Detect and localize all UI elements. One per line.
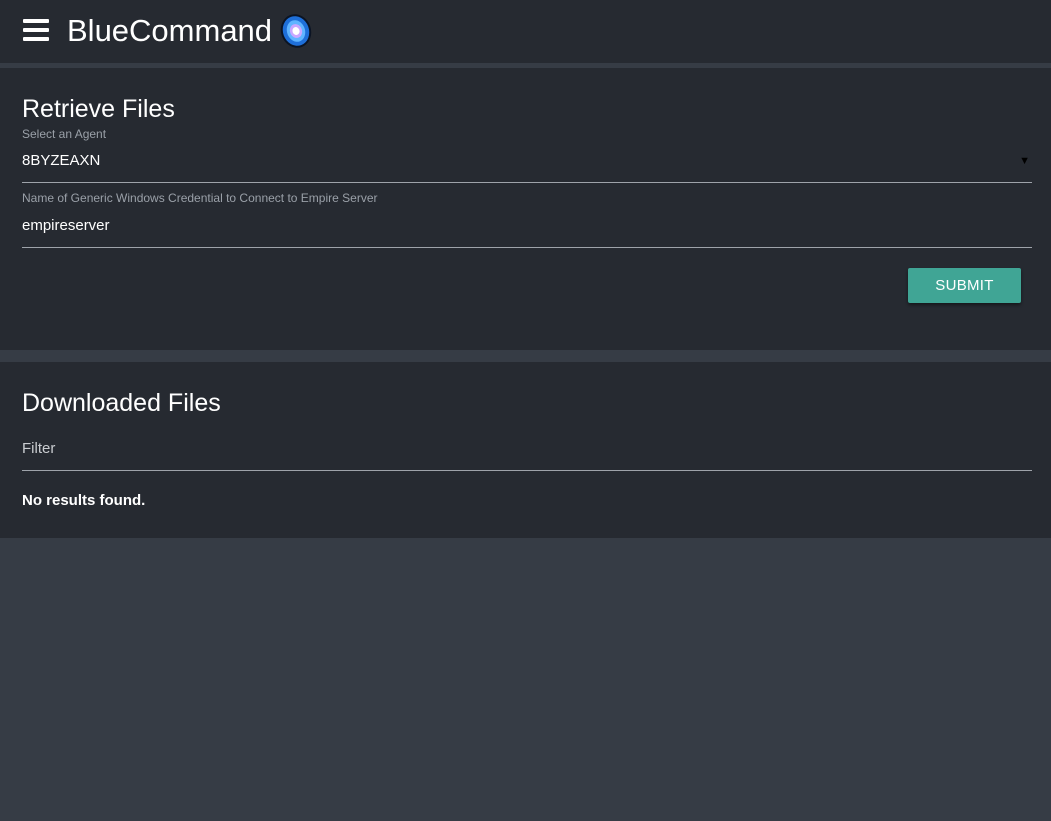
agent-select-value: 8BYZEAXN [22,152,101,169]
agent-select-label: Select an Agent [22,127,107,141]
retrieve-files-card: Retrieve Files Select an Agent 8BYZEAXN … [0,68,1051,350]
credential-input[interactable] [22,211,1032,247]
empty-results-message: No results found. [22,492,146,509]
retrieve-files-title: Retrieve Files [22,95,175,123]
hamburger-menu-icon[interactable] [23,19,49,41]
agent-select[interactable] [22,146,1032,182]
agent-select-underline [22,182,1032,183]
downloaded-files-title: Downloaded Files [22,389,221,417]
dropdown-arrow-icon[interactable]: ▼ [1019,155,1030,167]
app-title: BlueCommand [67,13,273,48]
top-app-bar: BlueCommand [0,0,1051,63]
credential-field-label: Name of Generic Windows Credential to Co… [22,191,378,205]
credential-input-value: empireserver [22,217,110,234]
credential-input-underline [22,247,1032,248]
filter-input-underline [22,470,1032,471]
submit-button[interactable]: SUBMIT [908,268,1021,303]
filter-placeholder: Filter [22,440,56,457]
bluecommand-logo-icon [280,14,312,48]
downloaded-files-card: Downloaded Files Filter No results found… [0,362,1051,538]
filter-input[interactable] [22,434,1032,470]
